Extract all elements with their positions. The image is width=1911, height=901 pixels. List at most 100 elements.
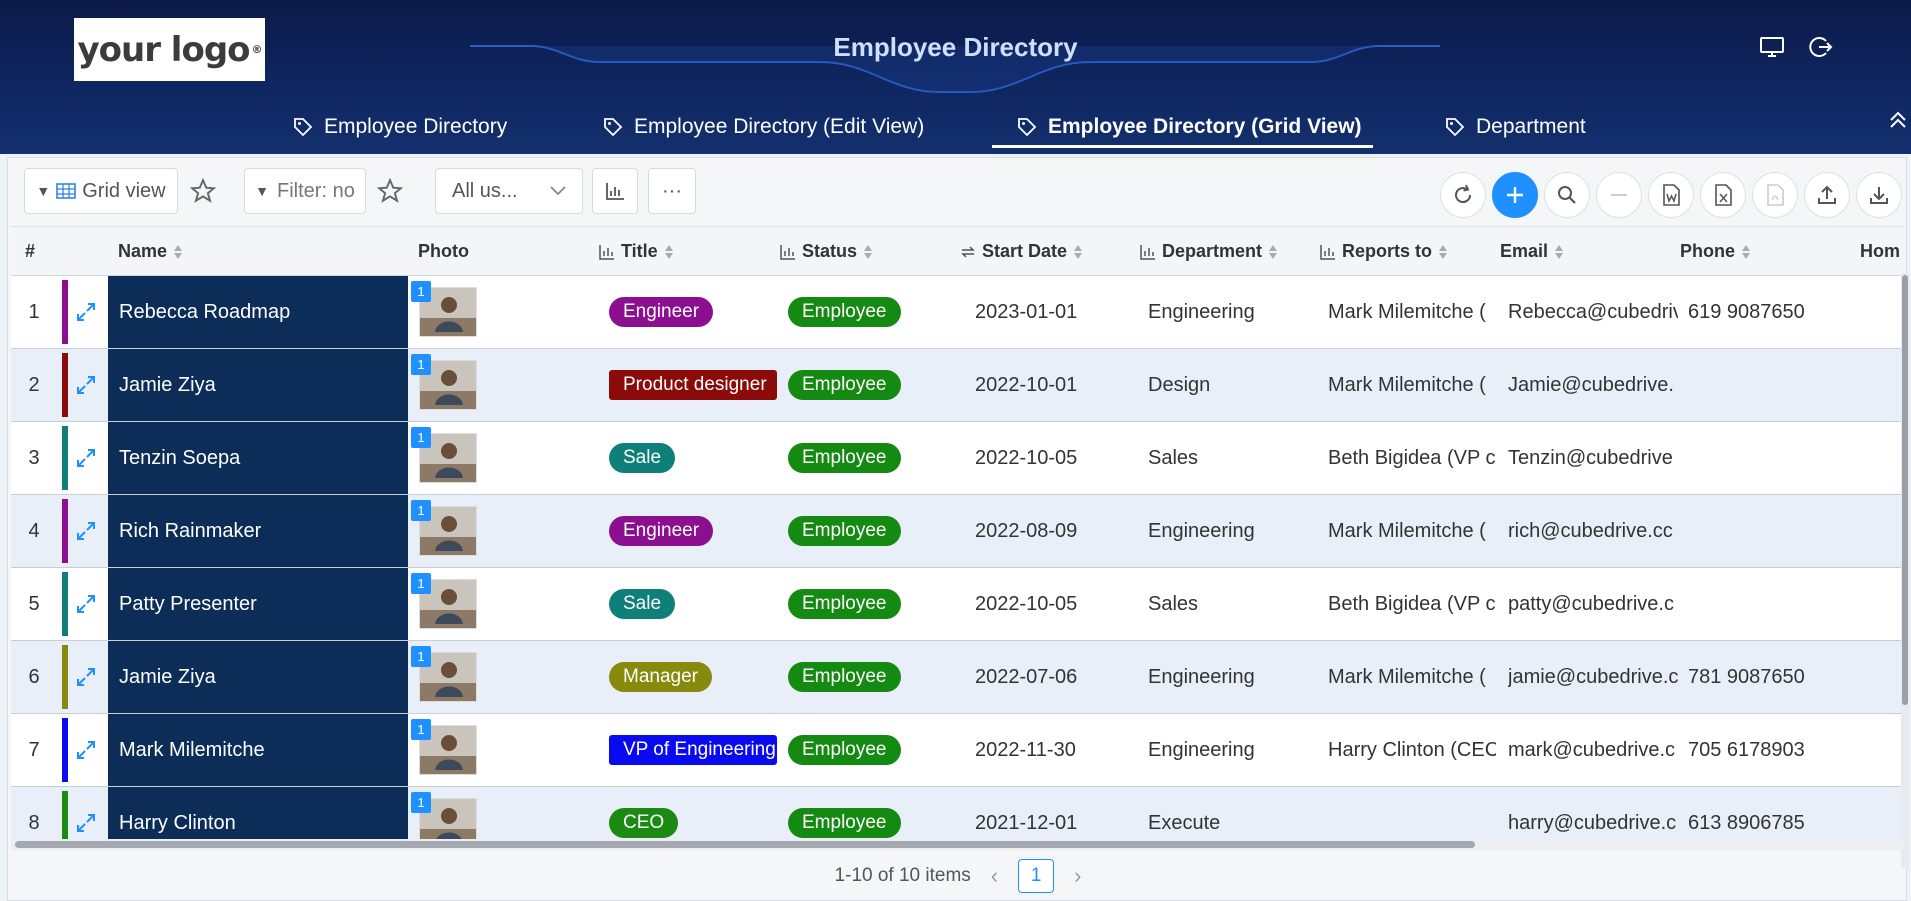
vertical-scrollbar[interactable] <box>1901 273 1909 868</box>
logout-icon[interactable] <box>1806 34 1834 60</box>
favorite-view-star-icon[interactable] <box>190 178 216 204</box>
download-icon <box>1870 187 1888 204</box>
refresh-button[interactable] <box>1440 172 1486 218</box>
photo-count-badge: 1 <box>411 354 431 375</box>
title-tag: Sale <box>609 443 676 473</box>
scroll-thumb[interactable] <box>15 841 1475 848</box>
table-row[interactable]: 1 Rebecca Roadmap 1 Engineer Employee 20… <box>11 276 1904 349</box>
col-header-photo[interactable]: Photo <box>418 227 538 276</box>
monitor-icon[interactable] <box>1758 34 1786 60</box>
row-color-bar <box>62 499 68 563</box>
employee-name[interactable]: Tenzin Soepa <box>108 422 408 494</box>
export-excel-button[interactable] <box>1700 172 1746 218</box>
more-button[interactable]: ··· <box>648 168 696 214</box>
remove-icon <box>1611 194 1627 196</box>
pagination: 1-10 of 10 items ‹ 1 › <box>8 851 1908 901</box>
expand-icon[interactable] <box>74 738 98 762</box>
chevron-up-icon[interactable] <box>1888 110 1908 130</box>
email: Jamie@cubedrive. <box>1508 373 1674 396</box>
expand-icon[interactable] <box>74 665 98 689</box>
employee-grid: # Name Photo Title Status Start Date Dep… <box>11 226 1904 839</box>
row-number: 1 <box>28 300 40 323</box>
col-header-status[interactable]: Status <box>780 227 940 276</box>
reports-to: Mark Milemitche ( <box>1328 373 1486 396</box>
reports-to: Beth Bigidea (VP c <box>1328 592 1496 615</box>
view-selector-button[interactable]: ▼ Grid view <box>24 168 178 214</box>
sort-icon[interactable] <box>863 244 873 260</box>
export-pdf-button[interactable] <box>1752 172 1798 218</box>
remove-button[interactable] <box>1596 172 1642 218</box>
sort-icon[interactable] <box>1438 244 1448 260</box>
sort-icon[interactable] <box>1554 244 1564 260</box>
search-button[interactable] <box>1544 172 1590 218</box>
col-header-reports-to[interactable]: Reports to <box>1320 227 1490 276</box>
title-tag: VP of Engineering <box>609 735 777 765</box>
photo-count-badge: 1 <box>411 792 431 813</box>
start-date: 2022-11-30 <box>975 738 1076 761</box>
tab-employee-directory-edit-view[interactable]: Employee Directory (Edit View) <box>602 104 924 150</box>
horizontal-scrollbar[interactable] <box>11 839 1904 850</box>
employee-name[interactable]: Patty Presenter <box>108 568 408 640</box>
expand-icon[interactable] <box>74 592 98 616</box>
sort-icon[interactable] <box>1268 244 1278 260</box>
col-header-name[interactable]: Name <box>118 227 318 276</box>
export-word-button[interactable] <box>1648 172 1694 218</box>
table-row[interactable]: 3 Tenzin Soepa 1 Sale Employee 2022-10-0… <box>11 422 1904 495</box>
filter-button[interactable]: ▼ Filter: no <box>244 168 366 214</box>
start-date: 2022-07-06 <box>975 665 1078 688</box>
row-number: 8 <box>28 811 40 834</box>
col-header-department[interactable]: Department <box>1140 227 1310 276</box>
employee-name[interactable]: Mark Milemitche <box>108 714 408 786</box>
expand-icon[interactable] <box>74 519 98 543</box>
page-button[interactable]: 1 <box>1018 859 1055 893</box>
phone <box>1688 568 1848 640</box>
col-header-email[interactable]: Email <box>1500 227 1660 276</box>
employee-name[interactable]: Harry Clinton <box>108 787 408 839</box>
favorite-filter-star-icon[interactable] <box>377 178 403 204</box>
chart-button[interactable] <box>592 168 638 214</box>
col-header-title[interactable]: Title <box>599 227 759 276</box>
tab-employee-directory-grid-view[interactable]: Employee Directory (Grid View) <box>1016 104 1362 150</box>
employee-name[interactable]: Rebecca Roadmap <box>108 276 408 348</box>
start-date: 2022-10-05 <box>975 592 1078 615</box>
table-row[interactable]: 8 Harry Clinton 1 CEO Employee 2021-12-0… <box>11 787 1904 839</box>
tab-employee-directory[interactable]: Employee Directory <box>292 104 507 150</box>
sort-icon[interactable] <box>173 244 183 260</box>
expand-icon[interactable] <box>74 446 98 470</box>
table-row[interactable]: 6 Jamie Ziya 1 Manager Employee 2022-07-… <box>11 641 1904 714</box>
sort-icon[interactable] <box>664 244 674 260</box>
email: rich@cubedrive.cc <box>1508 519 1673 542</box>
expand-icon[interactable] <box>74 811 98 835</box>
user-select[interactable]: All us... <box>435 168 583 214</box>
next-page-icon[interactable]: › <box>1074 863 1081 889</box>
sort-icon[interactable] <box>1741 244 1751 260</box>
col-header-home[interactable]: Hom <box>1860 227 1904 276</box>
employee-name[interactable]: Rich Rainmaker <box>108 495 408 567</box>
refresh-icon <box>1455 184 1472 204</box>
pagination-summary: 1-10 of 10 items <box>834 865 971 886</box>
employee-name[interactable]: Jamie Ziya <box>108 641 408 713</box>
sort-icon[interactable] <box>1073 244 1083 260</box>
expand-icon[interactable] <box>74 300 98 324</box>
bar-chart-icon <box>599 244 614 260</box>
tab-department[interactable]: Department <box>1444 104 1586 150</box>
table-row[interactable]: 7 Mark Milemitche 1 VP of Engineering Em… <box>11 714 1904 787</box>
employee-name[interactable]: Jamie Ziya <box>108 349 408 421</box>
upload-button[interactable] <box>1804 172 1850 218</box>
bar-chart-icon <box>780 244 795 260</box>
phone <box>1688 422 1848 494</box>
email: Tenzin@cubedrive <box>1508 446 1673 469</box>
table-row[interactable]: 5 Patty Presenter 1 Sale Employee 2022-1… <box>11 568 1904 641</box>
col-header-start-date[interactable]: Start Date <box>960 227 1120 276</box>
prev-page-icon[interactable]: ‹ <box>991 863 998 889</box>
col-header-phone[interactable]: Phone <box>1680 227 1840 276</box>
expand-icon[interactable] <box>74 373 98 397</box>
download-button[interactable] <box>1856 172 1902 218</box>
department: Design <box>1148 373 1211 396</box>
table-row[interactable]: 4 Rich Rainmaker 1 Engineer Employee 202… <box>11 495 1904 568</box>
start-date: 2021-12-01 <box>975 811 1078 834</box>
add-button[interactable] <box>1492 172 1538 218</box>
scroll-thumb[interactable] <box>1902 275 1908 705</box>
table-row[interactable]: 2 Jamie Ziya 1 Product designer Employee… <box>11 349 1904 422</box>
row-color-bar <box>62 572 68 636</box>
